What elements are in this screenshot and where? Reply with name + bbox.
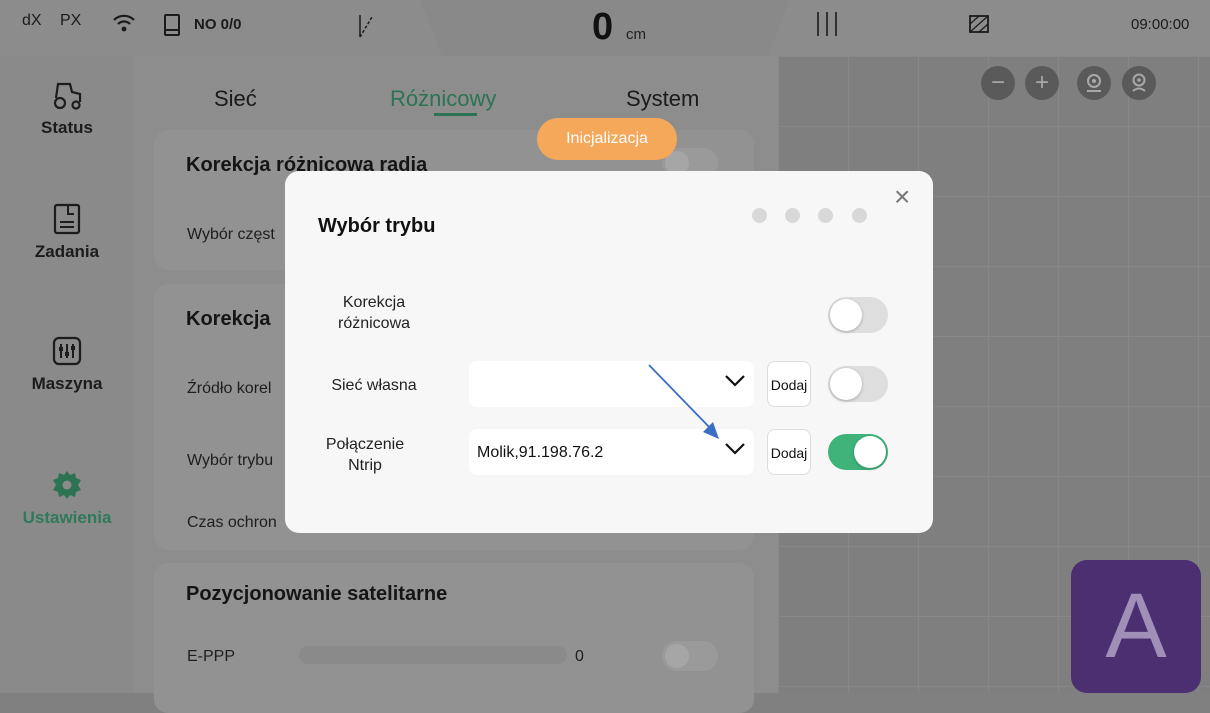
clock-time: 09:00:00 <box>1131 16 1190 33</box>
zoom-in-button[interactable]: + <box>1025 66 1059 100</box>
sidebar-item-label: Zadania <box>34 242 100 261</box>
toggle-knob <box>854 436 886 468</box>
offset-unit: cm <box>626 26 646 43</box>
machine-settings-icon <box>50 334 84 368</box>
tab-roznicowy[interactable]: Różnicowy <box>390 86 496 112</box>
toggle-knob <box>830 368 862 400</box>
select-value: Molik,91.198.76.2 <box>477 444 604 461</box>
own-network-label: Sieć własna <box>331 377 417 394</box>
pos-x-icon: PX <box>60 12 82 29</box>
heading-line-icon <box>358 13 374 44</box>
tab-system[interactable]: System <box>626 86 699 112</box>
card-row-label: E-PPP <box>187 648 236 665</box>
step-dot <box>818 208 833 223</box>
toggle-knob <box>830 299 862 331</box>
eppp-toggle[interactable] <box>662 641 718 671</box>
card-row-label: Źródło korel <box>187 380 272 397</box>
sidebar-item-zadania[interactable]: Zadania <box>0 202 134 262</box>
diff-correction-label: Korekcja różnicowa <box>337 294 411 332</box>
offset-value: 0 <box>592 6 614 48</box>
tab-siec[interactable]: Sieć <box>214 86 257 112</box>
chevron-down-icon <box>725 443 745 455</box>
dialog-title: Wybór trybu <box>318 215 436 237</box>
ntrip-toggle[interactable] <box>828 434 888 470</box>
annotation-arrow-icon <box>648 364 719 439</box>
sidebar-item-label: Ustawienia <box>22 508 112 527</box>
sidebar-item-label: Status <box>41 118 93 137</box>
wifi-icon <box>112 13 136 38</box>
eppp-value: 0 <box>575 648 584 665</box>
sidebar-item-label: Maszyna <box>31 374 103 393</box>
close-icon[interactable]: × <box>894 183 910 211</box>
signal-bars-icon <box>815 10 841 43</box>
diff-correction-toggle[interactable] <box>828 297 888 333</box>
step-dot <box>785 208 800 223</box>
card-row-label: Wybór trybu <box>187 452 274 469</box>
locate-icon[interactable] <box>1077 66 1111 100</box>
active-tab-indicator <box>434 113 477 116</box>
zoom-out-button[interactable]: − <box>981 66 1015 100</box>
sidebar: Status Zadania Maszyna Ustawienia <box>0 56 134 693</box>
initialization-badge: Inicjalizacja <box>537 118 677 160</box>
status-bar: dX PX NO 0/0 0 cm 09:00:00 <box>0 0 1210 56</box>
sidebar-item-status[interactable]: Status <box>0 78 134 138</box>
sidebar-item-ustawienia[interactable]: Ustawienia <box>0 468 134 528</box>
card-row-label: Czas ochron <box>187 514 277 531</box>
card-title: Pozycjonowanie satelitarne <box>186 583 448 605</box>
gear-icon <box>50 468 84 502</box>
ntrip-connection-label: Połączenie Ntrip <box>325 436 405 474</box>
sidebar-item-maszyna[interactable]: Maszyna <box>0 334 134 394</box>
no-status-label: NO 0/0 <box>194 16 242 33</box>
app-logo-tile: A <box>1071 560 1201 693</box>
mode-selection-dialog: Wybór trybu × Korekcja różnicowa Sieć wł… <box>285 171 933 533</box>
eppp-progress-bar <box>299 646 567 664</box>
own-network-toggle[interactable] <box>828 366 888 402</box>
map-layer-icon <box>968 14 990 39</box>
step-dot <box>852 208 867 223</box>
card-title: Korekcja <box>186 308 271 330</box>
task-icon <box>50 202 84 236</box>
satellite-positioning-card: Pozycjonowanie satelitarne E-PPP 0 <box>154 563 754 713</box>
own-network-add-button[interactable]: Dodaj <box>767 361 811 407</box>
position-icon[interactable] <box>1122 66 1156 100</box>
chevron-down-icon <box>725 375 745 387</box>
step-dot <box>752 208 767 223</box>
ntrip-add-button[interactable]: Dodaj <box>767 429 811 475</box>
diff-x-icon: dX <box>22 12 42 29</box>
device-icon <box>163 13 181 42</box>
card-row-label: Wybór częst <box>187 226 275 243</box>
tractor-icon <box>50 78 84 112</box>
